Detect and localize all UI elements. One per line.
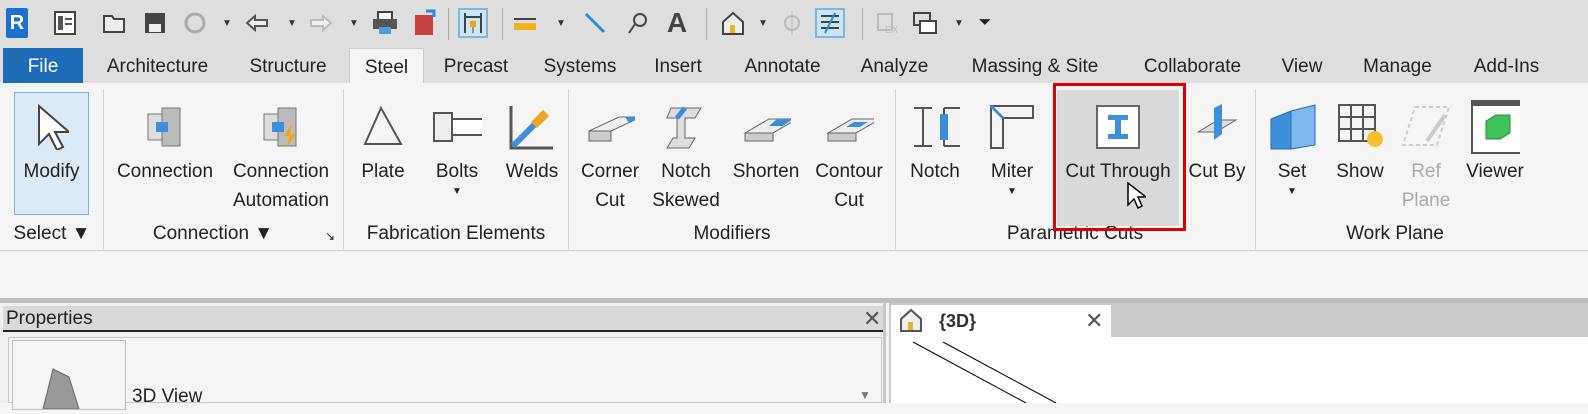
miter-icon [987, 97, 1037, 157]
default-3d-view-icon[interactable] [718, 8, 748, 38]
section-icon[interactable] [777, 8, 807, 38]
tab-manage[interactable]: Manage [1355, 48, 1440, 83]
viewer-icon [1470, 97, 1520, 157]
miter-button[interactable]: Miter ▼ [982, 93, 1042, 198]
plate-icon [358, 97, 408, 157]
3d-view-home-icon [899, 308, 923, 337]
connection-automation-button[interactable]: Connection Automation [225, 93, 337, 215]
measure-pin-icon[interactable] [458, 8, 488, 38]
contour-cut-icon [824, 97, 874, 157]
cut-by-button[interactable]: Cut By [1185, 93, 1249, 186]
shorten-button[interactable]: Shorten [728, 93, 804, 186]
panel-connection-label[interactable]: Connection ▼ [153, 223, 273, 245]
panel-modifiers-label: Modifiers [693, 223, 771, 244]
undo-icon[interactable] [243, 8, 273, 38]
svg-text:EX: EX [885, 25, 899, 35]
cut-through-icon [1093, 97, 1143, 157]
set-work-plane-icon [1267, 97, 1317, 157]
show-button[interactable]: Show [1330, 93, 1390, 186]
type-dropdown-icon[interactable]: ▼ [859, 388, 871, 402]
view-tab-label: {3D} [939, 311, 977, 331]
plate-button[interactable]: Plate [355, 93, 411, 186]
ref-plane-button[interactable]: Ref Plane [1398, 93, 1454, 215]
switch-windows-icon[interactable] [910, 8, 940, 38]
notch-skewed-button[interactable]: Notch Skewed [652, 93, 720, 215]
modify-button[interactable]: Modify [14, 93, 89, 186]
corner-cut-icon [585, 97, 635, 157]
view-tab-3d[interactable]: {3D} ✕ [891, 305, 1111, 337]
tab-annotate[interactable]: Annotate [735, 48, 830, 83]
open-icon[interactable] [100, 8, 130, 38]
print-icon[interactable] [370, 8, 400, 38]
panel-fabrication-label: Fabrication Elements [366, 223, 546, 244]
ref-plane-icon [1401, 97, 1451, 157]
tab-analyze[interactable]: Analyze [852, 48, 937, 83]
model-lines [912, 341, 1057, 404]
tab-view[interactable]: View [1274, 48, 1330, 83]
redo-icon[interactable] [305, 8, 335, 38]
dimension-icon[interactable] [510, 8, 540, 38]
tab-structure[interactable]: Structure [238, 48, 338, 83]
tab-file[interactable]: File [3, 48, 83, 83]
connection-icon [140, 97, 190, 157]
weld-icon [507, 97, 557, 157]
ribbon-buttons: Modify Connection Connection Automation P… [0, 83, 1588, 223]
mouse-cursor-icon [1126, 181, 1149, 214]
close-hidden-windows-icon[interactable]: EX [872, 8, 902, 38]
properties-close-icon[interactable]: ✕ [863, 306, 881, 332]
notch-skewed-icon [661, 97, 711, 157]
properties-header: Properties ✕ [3, 306, 883, 332]
cursor-arrow-icon [27, 97, 77, 157]
quick-access-toolbar: R ▼ ▼ ▼ ▼ A ▼ EX ▼ ⏷ [0, 0, 1588, 48]
export-icon[interactable] [410, 8, 440, 38]
tab-massing-site[interactable]: Massing & Site [960, 48, 1110, 83]
welds-button[interactable]: Welds [502, 93, 562, 186]
show-work-plane-icon [1335, 97, 1385, 157]
tab-insert[interactable]: Insert [643, 48, 713, 83]
set-button[interactable]: Set ▼ [1262, 93, 1322, 198]
notch-button[interactable]: Notch [903, 93, 967, 186]
connection-button[interactable]: Connection [110, 93, 220, 186]
tab-steel[interactable]: Steel [349, 48, 424, 83]
dialog-launcher-icon[interactable]: ↘ [325, 229, 335, 243]
panel-select-label[interactable]: Select ▼ [14, 223, 91, 245]
tab-collaborate[interactable]: Collaborate [1135, 48, 1250, 83]
tab-add-ins[interactable]: Add-Ins [1464, 48, 1549, 83]
thin-lines-icon[interactable] [815, 8, 845, 38]
cut-by-icon [1192, 97, 1242, 157]
tab-systems[interactable]: Systems [535, 48, 625, 83]
app-menu-icon[interactable] [50, 8, 80, 38]
bolt-icon [432, 97, 482, 157]
bolts-button[interactable]: Bolts ▼ [425, 93, 489, 198]
notch-icon [910, 97, 960, 157]
ribbon-tabs: File Architecture Structure Steel Precas… [0, 48, 1588, 83]
view-tab-close-icon[interactable]: ✕ [1085, 308, 1103, 334]
sync-icon[interactable] [180, 8, 210, 38]
revit-logo-icon[interactable]: R [6, 8, 28, 38]
tab-architecture[interactable]: Architecture [95, 48, 220, 83]
shorten-icon [741, 97, 791, 157]
view-type-preview-icon [12, 340, 126, 410]
customize-qat-icon[interactable]: ⏷ [970, 8, 1000, 38]
viewer-button[interactable]: Viewer [1462, 93, 1528, 186]
panel-work-plane-label: Work Plane [1346, 223, 1444, 244]
save-icon[interactable] [140, 8, 170, 38]
3d-view-canvas[interactable] [891, 337, 1588, 404]
type-selector[interactable]: 3D View ▼ [8, 337, 882, 410]
properties-title: Properties [6, 308, 93, 329]
cut-through-button[interactable]: Cut Through [1057, 93, 1179, 186]
tag-icon[interactable] [622, 8, 652, 38]
aligned-dimension-icon[interactable] [580, 8, 610, 38]
tab-precast[interactable]: Precast [436, 48, 516, 83]
connection-automation-icon [256, 97, 306, 157]
text-icon[interactable]: A [662, 7, 692, 38]
contour-cut-button[interactable]: Contour Cut [810, 93, 888, 215]
corner-cut-button[interactable]: Corner Cut [576, 93, 644, 215]
type-name: 3D View [132, 386, 203, 407]
